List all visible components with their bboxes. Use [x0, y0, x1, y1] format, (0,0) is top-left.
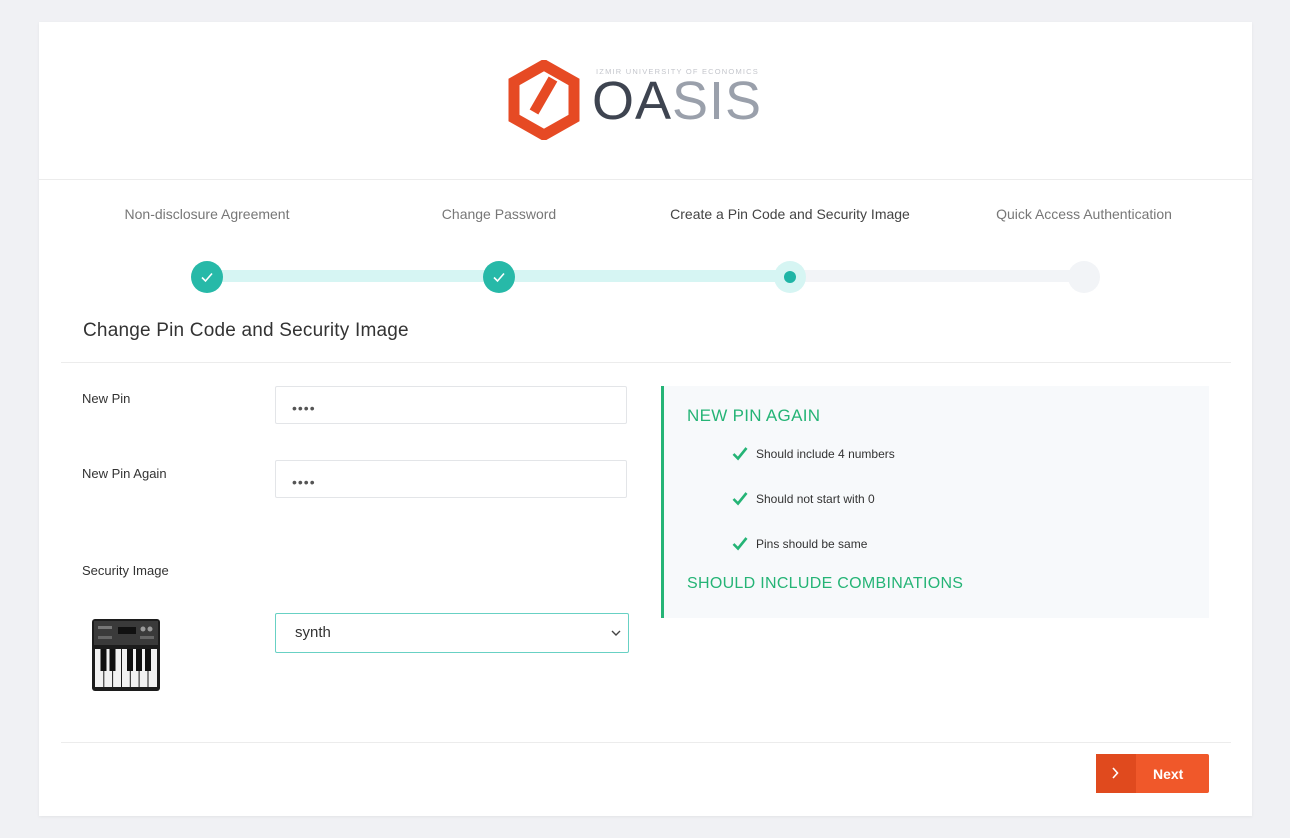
- new-pin-again-input[interactable]: ••••: [275, 460, 627, 498]
- new-pin-label: New Pin: [82, 391, 131, 406]
- synth-keyboard-icon: [92, 619, 160, 691]
- new-pin-input[interactable]: ••••: [275, 386, 627, 424]
- chevron-down-icon: [611, 630, 621, 636]
- check-icon: [493, 272, 505, 283]
- pin-rules-heading: NEW PIN AGAIN: [687, 406, 821, 425]
- next-button-label: Next: [1153, 766, 1184, 782]
- footer-divider: [61, 742, 1231, 743]
- check-icon: [732, 447, 748, 461]
- logo-wordmark-part2: SIS: [672, 71, 763, 131]
- new-pin-again-label: New Pin Again: [82, 466, 167, 481]
- header: IZMIR UNIVERSITY OF ECONOMICS OASIS: [39, 22, 1252, 180]
- step-label-nda: Non-disclosure Agreement: [124, 206, 290, 222]
- check-icon: [732, 492, 748, 506]
- section-divider: [61, 362, 1231, 363]
- step-track-3: [790, 270, 1084, 282]
- pin-rule-text: Pins should be same: [756, 537, 868, 551]
- security-image-selected: synth: [295, 624, 331, 641]
- check-icon: [201, 272, 213, 283]
- pin-rule-text: Should not start with 0: [756, 492, 875, 506]
- security-image-label: Security Image: [82, 563, 169, 578]
- step-track-1: [207, 270, 499, 282]
- step-node-nda: [191, 261, 223, 293]
- oasis-hexagon-icon: [508, 60, 580, 140]
- pin-rules-footer: SHOULD INCLUDE COMBINATIONS: [687, 575, 964, 592]
- chevron-right-icon: [1112, 767, 1119, 779]
- card: IZMIR UNIVERSITY OF ECONOMICS OASIS Non-…: [39, 22, 1252, 816]
- progress-steps: Non-disclosure Agreement Change Password…: [39, 179, 1252, 299]
- step-node-pin-code: [774, 261, 806, 293]
- check-icon: [732, 537, 748, 551]
- step-label-pin-code: Create a Pin Code and Security Image: [670, 206, 910, 222]
- logo-wordmark-part1: OA: [592, 71, 673, 131]
- step-label-change-password: Change Password: [441, 206, 557, 222]
- pin-rule-text: Should include 4 numbers: [756, 447, 895, 461]
- current-step-dot: [784, 271, 796, 283]
- next-button[interactable]: Next: [1096, 754, 1209, 793]
- step-node-quick-access: [1068, 261, 1100, 293]
- step-label-quick-access: Quick Access Authentication: [996, 206, 1172, 222]
- step-track-2: [499, 270, 790, 282]
- section-title: Change Pin Code and Security Image: [83, 320, 409, 341]
- next-arrow-area: [1096, 754, 1136, 793]
- security-image-select[interactable]: synth: [275, 613, 629, 653]
- oasis-logo: IZMIR UNIVERSITY OF ECONOMICS OASIS: [504, 60, 804, 140]
- step-node-change-password: [483, 261, 515, 293]
- pin-rules-panel: NEW PIN AGAIN Should include 4 numbers S…: [661, 386, 1209, 618]
- logo-wordmark: OASIS: [592, 74, 762, 128]
